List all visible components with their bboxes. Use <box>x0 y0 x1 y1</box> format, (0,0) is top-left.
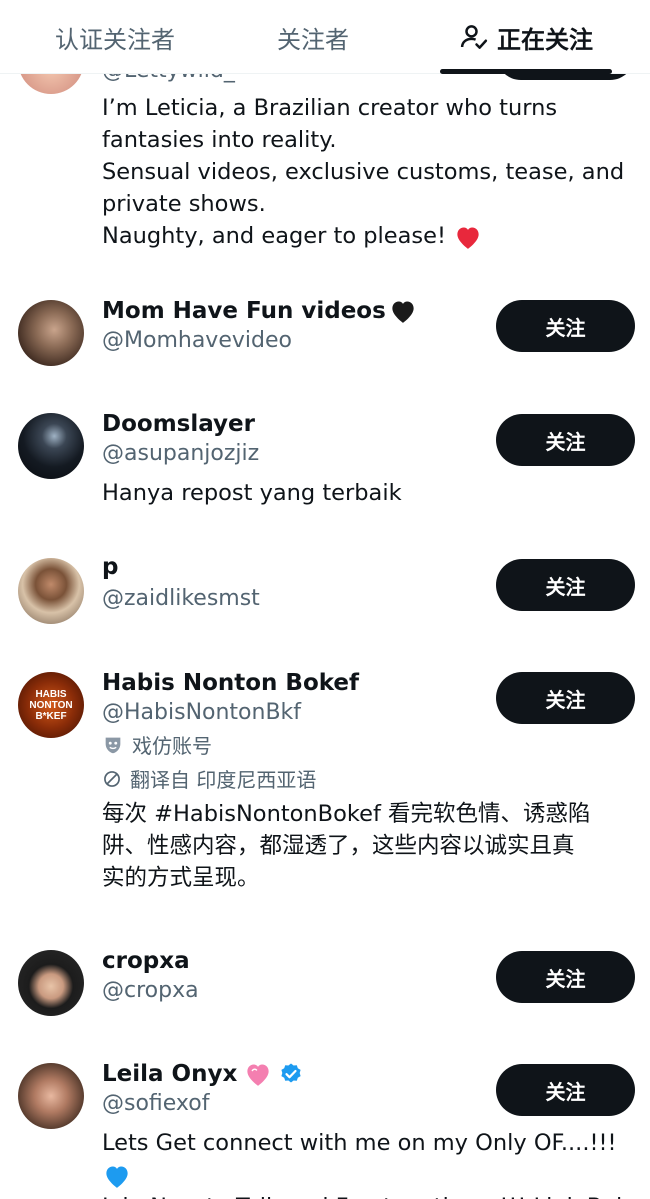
avatar[interactable] <box>18 300 84 366</box>
user-name: Mom Have Fun videos <box>102 298 418 324</box>
follow-button[interactable]: 关注 <box>496 1064 635 1116</box>
translate-icon <box>104 770 120 787</box>
translated-label[interactable]: 翻译自 印度尼西亚语 <box>102 764 316 793</box>
avatar[interactable] <box>18 558 84 624</box>
user-handle: @cropxa <box>102 978 199 1003</box>
avatar[interactable] <box>18 1063 84 1129</box>
active-tab-indicator <box>440 69 612 74</box>
user-name: Leila Onyx <box>102 1061 303 1087</box>
user-handle: @asupanjozjiz <box>102 441 260 466</box>
follow-button[interactable]: 关注 <box>496 951 635 1003</box>
user-name: cropxa <box>102 948 190 974</box>
user-name: Habis Nonton Bokef <box>102 670 360 696</box>
user-handle: @HabisNontonBkf <box>102 700 302 725</box>
user-handle: @sofiexof <box>102 1091 210 1116</box>
verified-badge-icon[interactable] <box>279 1062 303 1086</box>
pink-heart-icon <box>247 1064 269 1086</box>
tab-followers[interactable]: 关注者 <box>250 0 376 74</box>
user-check-icon <box>460 25 488 49</box>
blue-heart-icon <box>106 1166 128 1188</box>
tab-bar: 认证关注者 关注者 正在关注 <box>0 0 650 74</box>
user-bio: I’m Leticia, a Brazilian creator who tur… <box>102 95 625 249</box>
user-name: Doomslayer <box>102 411 255 437</box>
avatar[interactable] <box>18 413 84 479</box>
user-bio: Lets Get connect with me on my Only OF..… <box>102 1127 650 1199</box>
black-heart-icon <box>392 301 414 323</box>
following-list: @Lettywild_ I’m Leticia, a Brazilian cre… <box>0 0 650 1199</box>
parody-label: 戏仿账号 <box>102 730 212 759</box>
tab-following[interactable]: 正在关注 <box>440 0 612 74</box>
follow-button[interactable]: 关注 <box>496 300 635 352</box>
follow-button[interactable]: 关注 <box>496 559 635 611</box>
follow-button[interactable]: 关注 <box>496 672 635 724</box>
user-bio: Hanya repost yang terbaik <box>102 480 402 506</box>
avatar[interactable]: HABIS NONTON B*KEF <box>18 672 84 738</box>
user-bio: 每次 #HabisNontonBokef 看完软色情、诱惑陷 阱、性感内容，都湿… <box>102 801 591 891</box>
user-handle: @zaidlikesmst <box>102 586 260 611</box>
follow-button[interactable]: 关注 <box>496 414 635 466</box>
user-handle: @Momhavevideo <box>102 328 292 353</box>
avatar[interactable] <box>18 950 84 1016</box>
red-heart-icon <box>457 227 479 249</box>
mask-icon <box>105 737 121 753</box>
user-name: p <box>102 554 119 580</box>
tab-verified-followers[interactable]: 认证关注者 <box>40 0 190 74</box>
